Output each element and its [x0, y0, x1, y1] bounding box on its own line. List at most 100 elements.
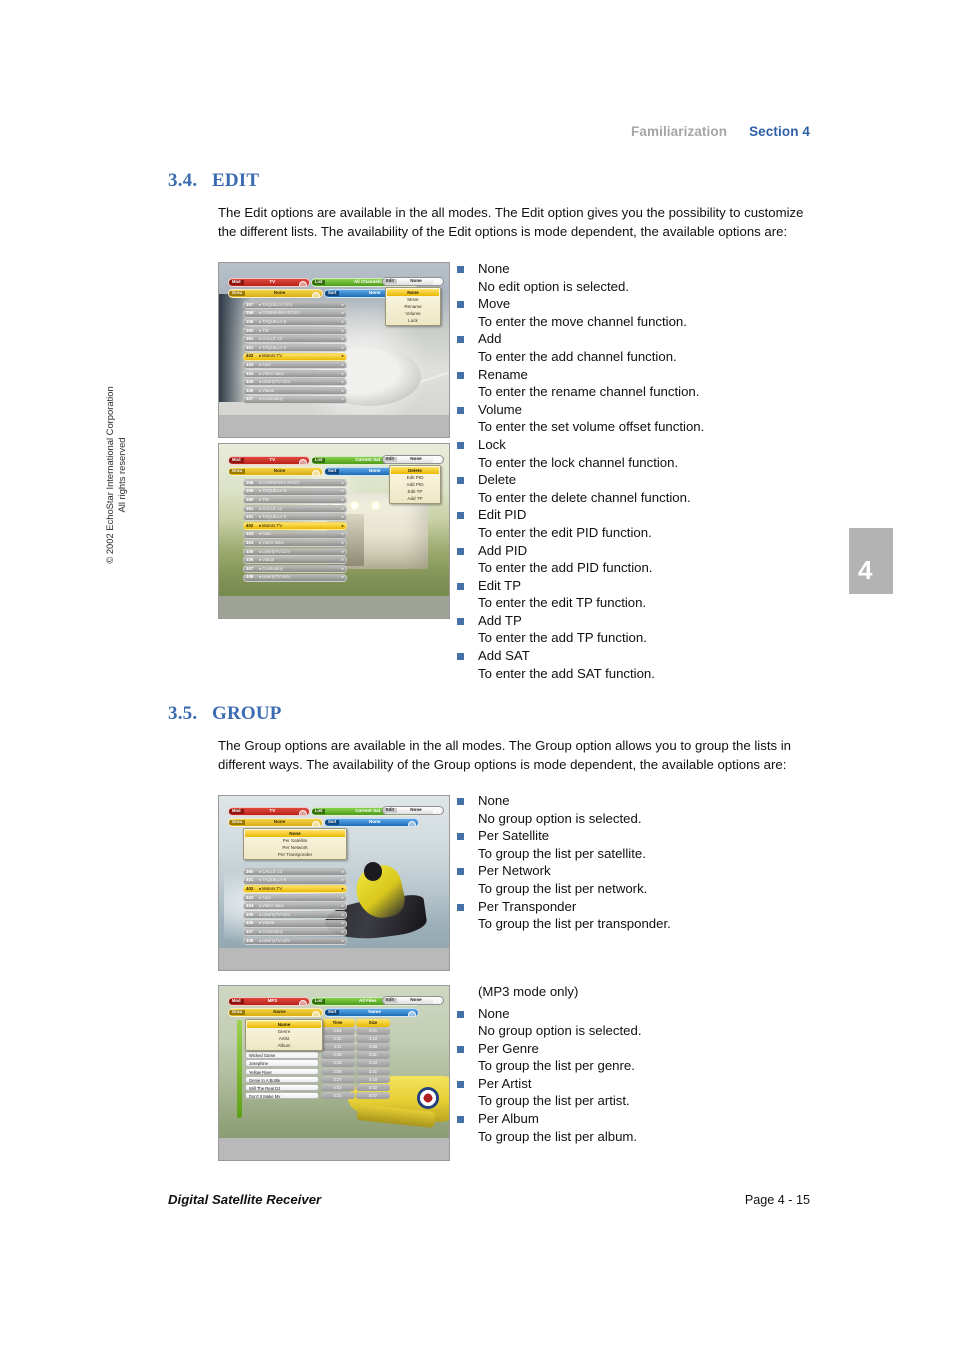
channel-number: 360 [246, 868, 254, 874]
menu-item[interactable]: Edit PID [391, 474, 439, 481]
osd-edit-bar[interactable]: Edit None [382, 806, 444, 815]
mp3-track-row[interactable]: Genie In A Bottle 3:37 4:19 [245, 1075, 390, 1084]
channel-row[interactable]: 359 ● TAQUILLA 8 ▸ [243, 318, 347, 327]
channel-row[interactable]: 358 ● CINEMANIA ROJO ▸ [243, 479, 347, 487]
menu-item[interactable]: Move [387, 296, 439, 303]
channel-row[interactable]: 357 ● TAQUILLA 18.8 ▸ [243, 301, 347, 309]
menu-item[interactable]: Per Network [245, 844, 345, 851]
mp3-track-size: 4:01 [356, 1027, 390, 1035]
channel-list[interactable]: 358 ● CINEMANIA ROJO ▸ 359 ● TAQUILLA 8 … [243, 479, 347, 582]
mp3-track-row[interactable]: Will The Real DJ 4:02 5:02 [245, 1083, 390, 1092]
lock-icon: ● [258, 937, 262, 943]
channel-name: Viasat [262, 388, 275, 393]
menu-item[interactable]: Genre [247, 1028, 321, 1035]
group-dropdown-menu[interactable]: None Per Satellite Per Network Per Trans… [243, 828, 347, 860]
menu-item[interactable]: None [387, 289, 439, 296]
lock-icon: ● [258, 488, 262, 494]
channel-row[interactable]: 403 ● Asia ▸ [243, 361, 347, 370]
channel-row[interactable]: 405 ● LibertyTV.com ▸ [243, 378, 347, 387]
square-bullet-icon [457, 512, 464, 520]
channel-row[interactable]: 403 ● Asia ▸ [243, 893, 347, 902]
osd-sort-key: Sort [325, 291, 340, 296]
osd-mode-bar[interactable]: Mod TV [228, 456, 310, 465]
osd-mode-bar[interactable]: Mod TV [228, 807, 310, 816]
channel-row[interactable]: 405 ● LibertyTV.com ▸ [243, 547, 347, 556]
menu-item[interactable]: Album [247, 1042, 321, 1049]
osd-group-indicator [312, 291, 320, 297]
channel-row[interactable]: 406 ● Viasat ▸ [243, 919, 347, 928]
channel-row[interactable]: 404 ● Video Italia ▸ [243, 369, 347, 378]
channel-row[interactable]: 404 ● Video Italia ▸ [243, 902, 347, 911]
edit-dropdown-menu[interactable]: None Move Rename Volume Lock [385, 287, 441, 326]
mp3-track-size: 4:12 [356, 1035, 390, 1043]
osd-edit-bar[interactable]: Edit None [382, 277, 444, 286]
channel-row[interactable]: 361 ● CALLE 13 ▸ [243, 335, 347, 344]
channel-row[interactable]: 406 ● Viasat ▸ [243, 556, 347, 565]
menu-item[interactable]: Delete [391, 467, 439, 474]
menu-item[interactable]: Edit TP [391, 488, 439, 495]
menu-item[interactable]: Add TP [391, 495, 439, 502]
osd-mode-bar[interactable]: Mod TV [228, 278, 310, 287]
channel-row[interactable]: 361 ● CALLE 13 ▸ [243, 504, 347, 513]
mp3-track-row[interactable]: Don't It Make My 3:21 4:07 [245, 1091, 390, 1100]
osd-group-bar[interactable]: Grou None [228, 818, 323, 827]
channel-row[interactable]: 358 ● CINEMANIA ROJO ▸ [243, 309, 347, 318]
channel-row[interactable]: 401 ● TAQUILLA 9 ▸ [243, 343, 347, 352]
osd-edit-key: Edit [383, 457, 397, 462]
menu-item[interactable]: Artist [247, 1035, 321, 1042]
channel-row[interactable]: 402 ● Motors TV ▸ [243, 885, 347, 894]
channel-row[interactable]: 401 ● TAQUILLA 9 ▸ [243, 876, 347, 885]
channel-row[interactable]: 406 ● Viasat ▸ [243, 386, 347, 395]
channel-row[interactable]: 403 ● Asia ▸ [243, 530, 347, 539]
osd-group-bar[interactable]: Grou Name [228, 1008, 323, 1017]
channel-row[interactable]: 402 ● Motors TV ▸ [243, 521, 347, 530]
osd-group-bar[interactable]: Grou None [228, 289, 323, 298]
osd-group-bar[interactable]: Grou None [228, 467, 323, 476]
section-thumb-number: 4 [858, 555, 873, 585]
mp3-track-row[interactable]: Yellow River 2:58 3:41 [245, 1067, 390, 1076]
chevron-right-icon: ▸ [341, 894, 344, 900]
channel-row[interactable]: 408 ● LibertyTV.com ▸ [243, 573, 347, 582]
channel-row[interactable]: 407 ● Cosmoboy ▸ [243, 564, 347, 573]
channel-list[interactable]: 357 ● TAQUILLA 18.8 ▸ 358 ● CINEMANIA RO… [243, 301, 347, 404]
menu-item[interactable]: Per Satellite [245, 837, 345, 844]
channel-row[interactable]: 359 ● TAQUILLA 8 ▸ [243, 487, 347, 496]
channel-row[interactable]: 407 ● Cosmoboy ▸ [243, 928, 347, 937]
osd-mode-bar[interactable]: Mod MP3 [228, 997, 310, 1006]
mp3-track-row[interactable]: Josephine 3:15 4:22 [245, 1059, 390, 1068]
menu-item[interactable]: None [245, 830, 345, 837]
channel-row[interactable]: 360 ● TW ▸ [243, 326, 347, 335]
group-dropdown-menu[interactable]: Name Genre Artist Album [245, 1019, 323, 1051]
channel-number: 404 [246, 903, 254, 909]
channel-list[interactable]: 360 ● CALLE 13 ▸ 401 ● TAQUILLA 9 ▸ 402 … [243, 868, 347, 945]
osd-sort-bar[interactable]: Sort Name [324, 1008, 419, 1017]
channel-name: Video Italia [262, 371, 284, 376]
channel-row[interactable]: 360 ● CALLE 13 ▸ [243, 868, 347, 876]
channel-row[interactable]: 407 ● Cosmoboy ▸ [243, 395, 347, 404]
edit-dropdown-menu[interactable]: Delete Edit PID Add PID Edit TP Add TP [389, 465, 441, 504]
channel-row[interactable]: 405 ● LibertyTV.com ▸ [243, 910, 347, 919]
channel-name: Cosmoboy [262, 566, 283, 571]
osd-group-value: None [273, 819, 286, 825]
mp3-track-time: 4:11 [320, 1043, 355, 1051]
menu-item[interactable]: Volume [387, 310, 439, 317]
mp3-scroll-indicator[interactable] [237, 1020, 242, 1118]
mp3-track-row[interactable]: Wicked Game 4:48 5:11 [245, 1051, 390, 1059]
channel-row[interactable]: 402 ● Motors TV ▸ [243, 352, 347, 361]
channel-row[interactable]: 404 ● Video Italia ▸ [243, 539, 347, 548]
menu-item[interactable]: Rename [387, 303, 439, 310]
osd-sort-bar[interactable]: Sort None [324, 818, 419, 827]
osd-edit-bar[interactable]: Edit None [382, 996, 444, 1005]
menu-item[interactable]: Name [247, 1021, 321, 1028]
menu-item[interactable]: Add PID [391, 481, 439, 488]
channel-row[interactable]: 408 ● LibertyTV.com ▸ [243, 936, 347, 945]
paragraph-edit: The Edit options are available in the al… [218, 205, 804, 240]
chevron-right-icon: ▸ [341, 557, 344, 563]
channel-number: 402 [246, 885, 254, 891]
osd-edit-bar[interactable]: Edit None [382, 455, 444, 464]
menu-item[interactable]: Lock [387, 317, 439, 324]
menu-item[interactable]: Per Transponder [245, 851, 345, 858]
channel-row[interactable]: 401 ● TAQUILLA 9 ▸ [243, 513, 347, 522]
channel-row[interactable]: 360 ● TW ▸ [243, 496, 347, 505]
mp3-group-options-list: (MP3 mode only) None No group option is … [456, 983, 816, 1145]
